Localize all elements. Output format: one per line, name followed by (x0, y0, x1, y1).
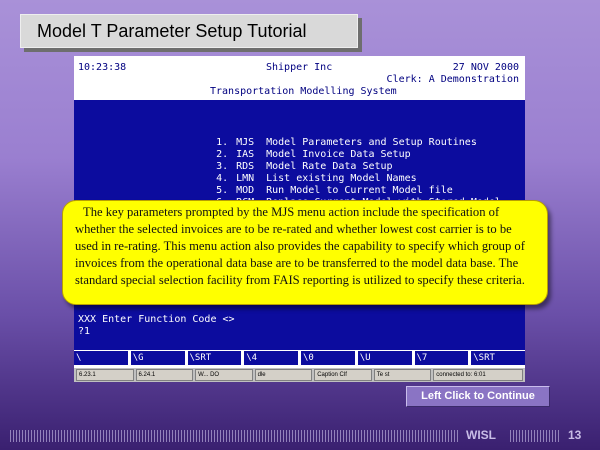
terminal-date: 27 NOV 2000 (452, 62, 519, 73)
footer-decoration-right (510, 430, 560, 442)
function-key[interactable]: \0 (301, 351, 355, 365)
slide-number: 13 (568, 428, 582, 442)
function-code-input[interactable]: ?1 (78, 326, 90, 337)
function-key-bar: \ \G \SRT \4 \0 \U \7 \SRT (74, 350, 525, 366)
terminal-clerk: Clerk: A Demonstration (386, 74, 519, 85)
taskbar: 6.23.1 6.24.1 W... DO dle Caption Clf Te… (74, 368, 525, 382)
taskbar-item[interactable]: 6.24.1 (135, 369, 194, 381)
function-key[interactable]: \G (130, 351, 185, 365)
function-key[interactable]: \7 (414, 351, 469, 365)
taskbar-item[interactable]: W... DO (195, 369, 253, 381)
taskbar-item[interactable]: connected to: 6:01 (433, 369, 523, 381)
explanation-callout: The key parameters prompted by the MJS m… (62, 200, 548, 305)
function-key[interactable]: \SRT (471, 351, 525, 365)
taskbar-item[interactable]: dle (254, 369, 313, 381)
function-key[interactable]: \ (74, 351, 128, 365)
terminal-system-name: Transportation Modelling System (210, 86, 397, 97)
taskbar-item[interactable]: Te st (373, 369, 432, 381)
function-code-prompt: XXX Enter Function Code <> (78, 314, 235, 325)
footer-org: WISL (466, 428, 496, 442)
taskbar-item[interactable]: Caption Clf (314, 369, 372, 381)
terminal-header: 10:23:38 Shipper Inc 27 NOV 2000 Clerk: … (74, 56, 525, 100)
terminal-company: Shipper Inc (266, 62, 333, 73)
function-key[interactable]: \4 (244, 351, 298, 365)
function-key[interactable]: \SRT (187, 351, 242, 365)
function-key[interactable]: \U (357, 351, 412, 365)
taskbar-item[interactable]: 6.23.1 (76, 369, 134, 381)
continue-button[interactable]: Left Click to Continue (406, 386, 550, 407)
slide-title: Model T Parameter Setup Tutorial (20, 14, 358, 48)
terminal-time: 10:23:38 (78, 62, 127, 73)
footer-decoration-left (10, 430, 460, 442)
